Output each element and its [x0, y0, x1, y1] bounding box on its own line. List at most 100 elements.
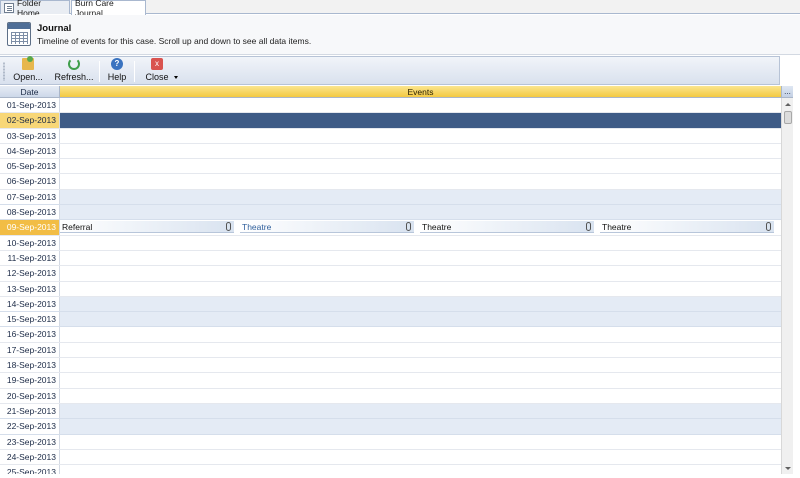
date-cell[interactable]: 10-Sep-2013 [0, 235, 60, 250]
table-row[interactable]: 06-Sep-2013 [0, 174, 781, 190]
table-row[interactable]: 20-Sep-2013 [0, 388, 781, 404]
scroll-down-button[interactable] [783, 463, 793, 473]
close-button[interactable]: x Close [142, 58, 172, 84]
date-cell[interactable]: 18-Sep-2013 [0, 358, 60, 373]
date-cell[interactable]: 22-Sep-2013 [0, 419, 60, 434]
event-label: Theatre [242, 222, 272, 233]
events-cell[interactable] [60, 251, 781, 265]
date-cell[interactable]: 21-Sep-2013 [0, 403, 60, 419]
date-cell[interactable]: 13-Sep-2013 [0, 281, 60, 296]
table-row[interactable]: 09-Sep-2013 Referral Theatre Theatre Theatre [0, 220, 781, 236]
table-row[interactable]: 24-Sep-2013 [0, 449, 781, 466]
events-cell[interactable]: Referral Theatre Theatre Theatre [60, 220, 781, 235]
table-row[interactable]: 05-Sep-2013 [0, 159, 781, 175]
events-cell[interactable] [60, 266, 781, 280]
table-row[interactable]: 04-Sep-2013 [0, 143, 781, 160]
events-cell[interactable] [60, 389, 781, 403]
column-header-events[interactable]: Events [60, 86, 781, 98]
date-cell[interactable]: 08-Sep-2013 [0, 205, 60, 220]
events-cell[interactable] [60, 419, 781, 434]
events-cell[interactable] [60, 465, 781, 474]
events-cell[interactable] [60, 312, 781, 327]
table-row[interactable]: 03-Sep-2013 [0, 128, 781, 144]
table-row[interactable]: 11-Sep-2013 [0, 250, 781, 267]
events-cell[interactable] [60, 327, 781, 341]
open-button[interactable]: Open... [12, 56, 44, 84]
events-cell[interactable] [60, 373, 781, 387]
tab-burn-care-journal[interactable]: Burn Care Journal [71, 0, 146, 18]
table-row[interactable]: 19-Sep-2013 [0, 373, 781, 389]
date-cell[interactable]: 14-Sep-2013 [0, 296, 60, 312]
date-cell[interactable]: 23-Sep-2013 [0, 434, 60, 449]
paperclip-icon[interactable] [586, 222, 591, 232]
date-cell[interactable]: 16-Sep-2013 [0, 327, 60, 342]
column-chooser-button[interactable]: ... [781, 86, 793, 98]
table-row[interactable]: 12-Sep-2013 [0, 266, 781, 282]
date-cell[interactable]: 06-Sep-2013 [0, 174, 60, 189]
events-cell[interactable] [60, 296, 781, 312]
event-item[interactable]: Referral [60, 221, 234, 234]
events-cell[interactable] [60, 403, 781, 419]
date-cell[interactable]: 15-Sep-2013 [0, 312, 60, 327]
date-cell[interactable]: 25-Sep-2013 [0, 465, 60, 474]
toolbar-grip[interactable] [3, 62, 5, 81]
date-cell[interactable]: 17-Sep-2013 [0, 342, 60, 358]
scroll-thumb[interactable] [784, 111, 792, 124]
table-row[interactable]: 14-Sep-2013 [0, 296, 781, 313]
events-cell[interactable] [60, 189, 781, 205]
column-header-date[interactable]: Date [0, 86, 60, 98]
events-cell[interactable] [60, 205, 781, 220]
event-item[interactable]: Theatre [240, 221, 414, 234]
table-row[interactable]: 07-Sep-2013 [0, 189, 781, 206]
table-row[interactable]: 18-Sep-2013 [0, 358, 781, 374]
event-item[interactable]: Theatre [600, 221, 774, 234]
table-row[interactable]: 22-Sep-2013 [0, 419, 781, 435]
table-row[interactable]: 15-Sep-2013 [0, 312, 781, 328]
events-cell[interactable] [60, 113, 781, 128]
refresh-button[interactable]: Refresh... [54, 58, 94, 84]
date-cell[interactable]: 19-Sep-2013 [0, 373, 60, 388]
date-cell[interactable]: 24-Sep-2013 [0, 449, 60, 465]
paperclip-icon[interactable] [766, 222, 771, 232]
date-cell[interactable]: 03-Sep-2013 [0, 128, 60, 143]
scroll-up-button[interactable] [783, 99, 793, 109]
events-cell[interactable] [60, 435, 781, 449]
date-cell[interactable]: 07-Sep-2013 [0, 189, 60, 205]
events-cell[interactable] [60, 236, 781, 250]
events-cell[interactable] [60, 98, 781, 112]
date-cell[interactable]: 02-Sep-2013 [0, 113, 60, 128]
table-row[interactable]: 01-Sep-2013 [0, 98, 781, 114]
events-cell[interactable] [60, 144, 781, 158]
event-item[interactable]: Theatre [420, 221, 594, 234]
table-row[interactable]: 08-Sep-2013 [0, 205, 781, 221]
events-cell[interactable] [60, 450, 781, 464]
date-cell[interactable]: 12-Sep-2013 [0, 266, 60, 281]
chevron-down-icon[interactable] [174, 76, 178, 79]
vertical-scrollbar[interactable] [781, 98, 793, 474]
help-button[interactable]: ? Help [106, 58, 128, 84]
table-row[interactable]: 10-Sep-2013 [0, 235, 781, 251]
events-cell[interactable] [60, 343, 781, 357]
date-cell[interactable]: 01-Sep-2013 [0, 98, 60, 113]
date-cell[interactable]: 04-Sep-2013 [0, 143, 60, 159]
table-row[interactable]: 17-Sep-2013 [0, 342, 781, 359]
table-row[interactable]: 25-Sep-2013 [0, 465, 781, 474]
date-cell[interactable]: 09-Sep-2013 [0, 220, 60, 235]
table-row[interactable]: 13-Sep-2013 [0, 281, 781, 297]
date-cell[interactable]: 20-Sep-2013 [0, 388, 60, 403]
paperclip-icon[interactable] [406, 222, 411, 232]
table-row[interactable]: 23-Sep-2013 [0, 434, 781, 450]
events-cell[interactable] [60, 282, 781, 296]
events-cell[interactable] [60, 174, 781, 188]
table-row[interactable]: 21-Sep-2013 [0, 403, 781, 420]
date-cell[interactable]: 05-Sep-2013 [0, 159, 60, 174]
table-row[interactable]: 02-Sep-2013 [0, 113, 781, 129]
toolbar-separator [99, 61, 100, 82]
table-row[interactable]: 16-Sep-2013 [0, 327, 781, 343]
tab-folder-home[interactable]: Folder Home [0, 0, 70, 18]
events-cell[interactable] [60, 159, 781, 173]
events-cell[interactable] [60, 358, 781, 372]
date-cell[interactable]: 11-Sep-2013 [0, 250, 60, 266]
events-cell[interactable] [60, 129, 781, 143]
paperclip-icon[interactable] [226, 222, 231, 232]
